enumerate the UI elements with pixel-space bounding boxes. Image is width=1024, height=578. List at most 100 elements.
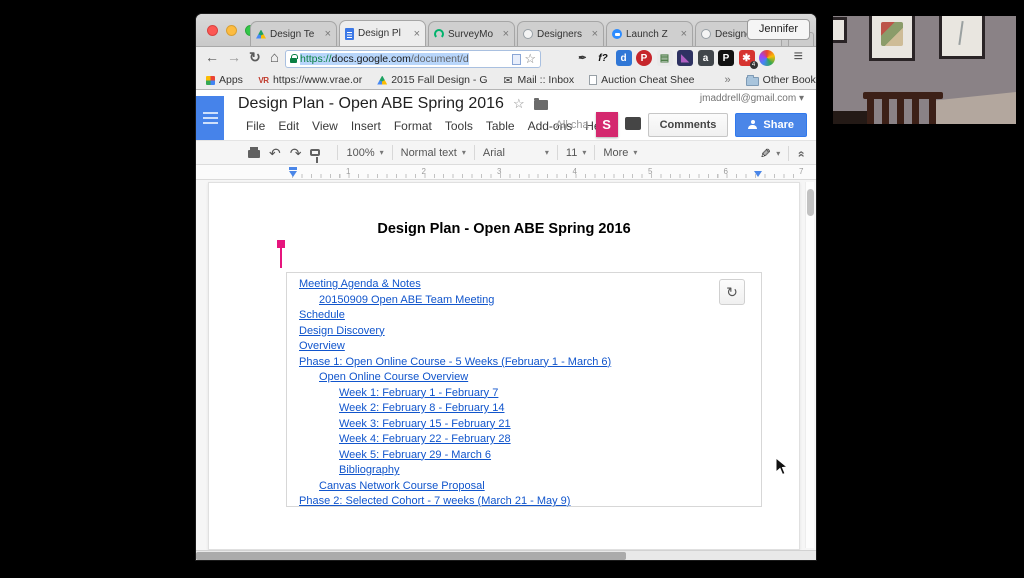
tab-favicon xyxy=(523,29,533,39)
colorwheel-extension-icon[interactable] xyxy=(759,50,776,67)
undo-icon[interactable]: ↶ xyxy=(269,147,281,159)
toc-link[interactable]: Week 3: February 15 - February 21 xyxy=(287,417,761,433)
tab-favicon xyxy=(434,29,444,39)
paragraph-style-select[interactable]: Normal text ▾ xyxy=(401,147,466,159)
bookmark-auction-cheat-sheet[interactable]: Auction Cheat Shee xyxy=(589,74,694,86)
other-bookmarks[interactable]: Other Bookmarks xyxy=(746,74,816,86)
tab-close-icon[interactable]: × xyxy=(592,29,598,39)
bookmark-icon xyxy=(377,76,387,85)
address-bar[interactable]: https:// docs.google.com /document/d ☆ xyxy=(285,50,541,68)
horizontal-scrollbar[interactable] xyxy=(196,550,816,560)
pinterest-extension-icon[interactable]: P xyxy=(636,50,653,67)
comments-button[interactable]: Comments xyxy=(648,113,729,137)
font-size-select[interactable]: 11 ▾ xyxy=(566,147,586,159)
first-line-indent-marker[interactable] xyxy=(289,167,297,170)
bookmark-apps[interactable]: Apps xyxy=(206,74,243,86)
tab-surveymonkey[interactable]: SurveyMo × xyxy=(428,21,515,46)
left-indent-marker[interactable] xyxy=(289,171,297,177)
bookmark-2015-fall-design[interactable]: 2015 Fall Design - G xyxy=(377,74,487,86)
pen-icon: ✎ xyxy=(760,146,771,162)
toc-link[interactable]: Phase 1: Open Online Course - 5 Weeks (F… xyxy=(287,355,761,371)
editing-mode-button[interactable]: ✎ ▾ xyxy=(760,146,780,162)
asterisk-extension-icon[interactable]: ✱ 4 xyxy=(739,50,756,67)
menu-item[interactable]: Tools xyxy=(445,119,473,133)
toc-link[interactable]: Bibliography xyxy=(287,463,761,479)
profile-button[interactable]: Jennifer xyxy=(747,19,810,40)
chat-bubble-icon[interactable] xyxy=(625,117,641,130)
ruler-number: 3 xyxy=(497,167,501,176)
redo-icon[interactable]: ↷ xyxy=(290,147,302,159)
right-indent-marker[interactable] xyxy=(754,171,762,177)
zoom-select[interactable]: 100% ▾ xyxy=(346,147,383,159)
toc-link[interactable]: Schedule xyxy=(287,308,761,324)
menu-item[interactable]: View xyxy=(312,119,338,133)
docs-home-menu-icon[interactable] xyxy=(196,96,224,140)
horizontal-scrollbar-thumb[interactable] xyxy=(196,552,626,560)
p-extension-icon[interactable]: P xyxy=(718,50,735,67)
share-button[interactable]: Share xyxy=(735,113,807,137)
bookmark-label: Mail :: Inbox xyxy=(518,74,575,86)
bookmark-vrae[interactable]: VR https://www.vrae.or xyxy=(258,74,362,86)
vertical-scrollbar[interactable] xyxy=(805,182,814,548)
toc-link[interactable]: Overview xyxy=(287,339,761,355)
more-toolbar-button[interactable]: More ▾ xyxy=(603,147,637,159)
vertical-scrollbar-thumb[interactable] xyxy=(807,189,814,216)
tab-close-icon[interactable]: × xyxy=(681,29,687,39)
collaborator-badge[interactable]: S xyxy=(596,112,618,137)
print-icon[interactable] xyxy=(248,150,260,158)
document-page[interactable]: Design Plan - Open ABE Spring 2016 Meeti… xyxy=(208,182,800,550)
toc-link[interactable]: Week 2: February 8 - February 14 xyxy=(287,401,761,417)
tab-close-icon[interactable]: × xyxy=(503,29,509,39)
menu-item[interactable]: Edit xyxy=(278,119,299,133)
refresh-toc-button[interactable]: ↻ xyxy=(719,279,745,305)
tab-design-plan[interactable]: Design Pl × xyxy=(339,20,426,46)
toc-link[interactable]: Week 4: February 22 - February 28 xyxy=(287,432,761,448)
menu-item[interactable]: Format xyxy=(394,119,432,133)
paint-format-icon[interactable] xyxy=(310,149,320,156)
toc-link[interactable]: Design Discovery xyxy=(287,324,761,340)
pen-extension-icon[interactable]: ✒ xyxy=(575,50,592,67)
tab-designers-1[interactable]: Designers × xyxy=(517,21,604,46)
menu-item[interactable]: Insert xyxy=(351,119,381,133)
close-window-button[interactable] xyxy=(207,25,218,36)
toc-link[interactable]: 20150909 Open ABE Team Meeting xyxy=(287,293,761,309)
reload-icon[interactable]: ↻ xyxy=(249,49,261,66)
url-text[interactable]: https:// docs.google.com /document/d xyxy=(300,53,469,65)
tab-close-icon[interactable]: × xyxy=(325,29,331,39)
bookmark-star-icon[interactable]: ☆ xyxy=(524,53,536,65)
home-icon[interactable]: ⌂ xyxy=(270,49,279,66)
tab-design-team-drive[interactable]: Design Te × xyxy=(250,21,337,46)
toc-link[interactable]: Canvas Network Course Proposal xyxy=(287,479,761,495)
notebook-extension-icon[interactable]: ▤ xyxy=(657,50,674,67)
move-to-folder-icon[interactable] xyxy=(534,100,548,110)
menu-item[interactable]: Table xyxy=(486,119,515,133)
person-icon xyxy=(748,120,757,129)
whatfont-extension-icon[interactable]: f? xyxy=(595,50,612,67)
collapse-toolbar-icon[interactable]: » xyxy=(794,150,808,157)
tab-close-icon[interactable]: × xyxy=(414,29,420,39)
bookmark-mail-inbox[interactable]: ✉ Mail :: Inbox xyxy=(503,74,575,86)
browser-menu-icon[interactable]: ≡ xyxy=(794,48,803,66)
amazon-extension-icon[interactable]: a xyxy=(698,50,715,67)
menu-item[interactable]: File xyxy=(246,119,265,133)
toc-link[interactable]: Meeting Agenda & Notes xyxy=(287,277,761,293)
toc-link[interactable]: Open Online Course Overview xyxy=(287,370,761,386)
back-icon[interactable]: ← xyxy=(205,49,219,65)
forward-icon[interactable]: → xyxy=(227,49,241,65)
account-email[interactable]: jmaddrell@gmail.com ▾ xyxy=(700,93,804,104)
bookmark-page-icon[interactable] xyxy=(512,54,521,65)
mouse-cursor xyxy=(775,457,789,477)
picture-frame xyxy=(833,17,847,43)
paint-extension-icon[interactable]: ◣ xyxy=(677,50,694,67)
bookmark-icon xyxy=(206,76,215,85)
delicious-extension-icon[interactable]: d xyxy=(616,50,633,67)
font-select[interactable]: Arial ▾ xyxy=(483,147,549,159)
bookmarks-overflow-icon[interactable]: » xyxy=(725,74,731,86)
tab-launch-zoom[interactable]: Launch Z × xyxy=(606,21,693,46)
minimize-window-button[interactable] xyxy=(226,25,237,36)
toc-link[interactable]: Week 1: February 1 - February 7 xyxy=(287,386,761,402)
toc-link[interactable]: Week 5: February 29 - March 6 xyxy=(287,448,761,464)
star-document-icon[interactable]: ☆ xyxy=(513,96,525,112)
document-title[interactable]: Design Plan - Open ABE Spring 2016 xyxy=(238,95,504,113)
toc-link[interactable]: Phase 2: Selected Cohort - 7 weeks (Marc… xyxy=(287,494,761,510)
